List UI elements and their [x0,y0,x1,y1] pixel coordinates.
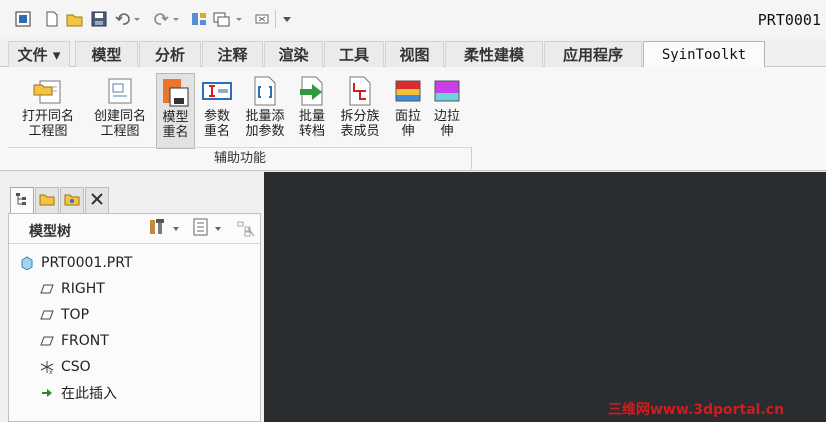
button-label: 打开同名 工程图 [21,109,74,139]
split-family-table-icon [344,75,376,107]
filter-icon[interactable] [236,220,256,238]
undo-icon[interactable] [114,10,142,28]
edge-extrude-icon [431,75,463,107]
new-icon[interactable] [43,10,61,28]
ribbon-tabs: 文件 ▾ 模型 分析 注释 渲染 工具 视图 柔性建模 应用程序 SyinToo… [0,39,826,68]
create-same-name-drawing-button[interactable]: 创建同名 工程图 [86,73,154,149]
tree-item-insert-here[interactable]: 在此插入 [39,382,117,404]
model-tree: 模型树 PRT0001.PRT RIGHT TOP FRONT x CSO 在此… [8,213,261,422]
tree-item-part[interactable]: PRT0001.PRT [19,252,133,274]
model-tree-icon [15,192,29,210]
tree-item-label: PRT0001.PRT [41,255,133,271]
button-label: 模型 重名 [162,110,189,140]
button-label: 批量 转档 [298,109,325,139]
datum-plane-icon [39,281,55,297]
batch-convert-icon [296,75,328,107]
parameter-rename-icon [201,75,233,107]
tab-annotate[interactable]: 注释 [202,41,263,67]
group-label: 辅助功能 [8,147,472,169]
tab-analysis[interactable]: 分析 [139,41,201,67]
tab-applications[interactable]: 应用程序 [544,41,642,67]
regenerate-icon[interactable] [190,10,208,28]
tab-model-tree[interactable] [10,187,34,213]
tab-tools[interactable]: 工具 [324,41,384,67]
tab-file[interactable]: 文件 ▾ [8,41,70,67]
model-rename-icon [160,76,192,108]
tree-item-label: CSO [61,359,91,375]
graphics-window[interactable] [264,172,826,422]
window-title: PRT0001 [757,11,821,29]
group-separator [471,147,472,169]
parameter-rename-button[interactable]: 参数 重名 [198,73,236,149]
button-label: 创建同名 工程图 [93,109,146,139]
show-dropdown[interactable] [192,218,228,240]
list-icon [192,218,210,240]
face-extrude-icon [392,75,424,107]
batch-convert-button[interactable]: 批量 转档 [293,73,331,149]
tab-tools[interactable] [85,187,109,213]
split-family-table-button[interactable]: 拆分族 表成员 [334,73,386,149]
favorites-icon [64,192,80,210]
batch-add-parameters-icon [249,75,281,107]
open-icon[interactable] [66,10,84,28]
datum-plane-icon [39,333,55,349]
quick-access-toolbar: PRT0001 [0,0,826,39]
ribbon-panel: 打开同名 工程图 创建同名 工程图 模型 重名 参数 重名 批量添 加参数 批量… [0,67,826,171]
navigator-panel: 模型树 PRT0001.PRT RIGHT TOP FRONT x CSO 在此… [0,172,264,422]
tab-render[interactable]: 渲染 [264,41,323,67]
chevron-down-icon [214,222,222,237]
save-icon[interactable] [90,10,108,28]
tree-item-front[interactable]: FRONT [39,330,109,352]
tree-item-label: RIGHT [61,281,105,297]
open-drawing-icon [32,75,64,107]
svg-text:x: x [49,369,53,375]
open-same-name-drawing-button[interactable]: 打开同名 工程图 [14,73,82,149]
button-label: 批量添 加参数 [245,109,285,139]
button-label: 参数 重名 [203,109,230,139]
part-icon [19,255,35,271]
tab-folder-browser[interactable] [35,187,59,213]
insert-here-icon [39,385,55,401]
model-rename-button[interactable]: 模型 重名 [156,73,195,149]
folder-icon [39,192,55,210]
button-label: 边拉 伸 [433,109,460,139]
toolbar-separator [275,10,276,28]
tree-item-top[interactable]: TOP [39,304,89,326]
watermark: 三维网www.3dportal.cn [608,402,785,418]
tree-item-cso[interactable]: x CSO [39,356,91,378]
model-tree-title: 模型树 [29,224,71,240]
model-tree-header: 模型树 [9,214,260,244]
chevron-down-icon [172,222,180,237]
tab-favorites[interactable] [60,187,84,213]
tree-item-label: 在此插入 [61,386,117,402]
windows-icon[interactable] [212,10,246,28]
batch-add-parameters-button[interactable]: 批量添 加参数 [239,73,291,149]
navigator-tabs [10,187,110,213]
face-extrude-button[interactable]: 面拉 伸 [389,73,427,149]
tree-item-label: TOP [61,307,90,323]
tab-model[interactable]: 模型 [75,41,138,67]
tab-syintoolkt[interactable]: SyinToolkt [643,41,765,68]
coordinate-system-icon: x [39,359,55,375]
tab-flexible-modeling[interactable]: 柔性建模 [445,41,543,67]
tools-icon [90,192,104,210]
tree-item-label: FRONT [61,333,109,349]
datum-plane-icon [39,307,55,323]
settings-dropdown[interactable] [148,218,184,240]
button-label: 面拉 伸 [394,109,421,139]
window-icon[interactable] [14,10,32,28]
create-drawing-icon [104,75,136,107]
close-icon[interactable] [254,10,270,28]
redo-icon[interactable] [151,10,181,28]
button-label: 拆分族 表成员 [340,109,380,139]
hammer-icon [148,218,168,240]
edge-extrude-button[interactable]: 边拉 伸 [428,73,466,149]
tree-item-right[interactable]: RIGHT [39,278,105,300]
customize-icon[interactable] [281,10,293,28]
tab-view[interactable]: 视图 [385,41,444,67]
